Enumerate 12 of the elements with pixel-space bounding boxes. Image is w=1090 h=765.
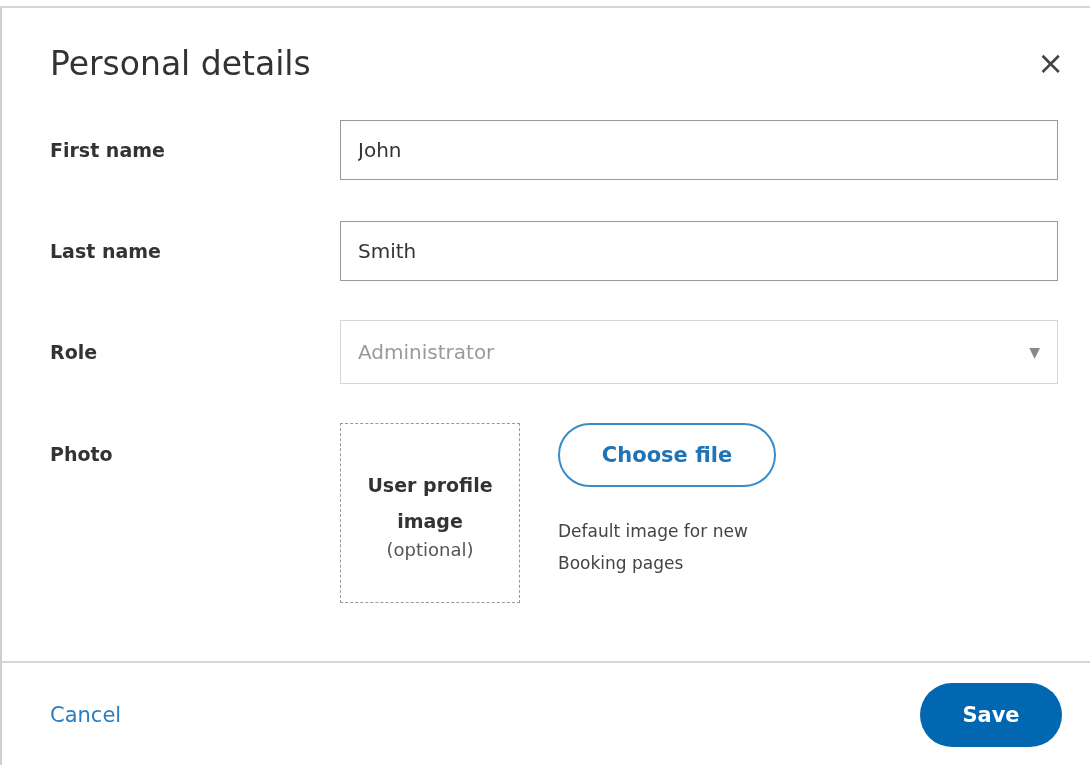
dialog-title: Personal details xyxy=(50,43,311,83)
hint-text: Default image for new Booking pages xyxy=(558,520,749,575)
photo-upload-field[interactable]: User profile image (optional) xyxy=(340,423,520,603)
field-label: First name xyxy=(50,139,166,161)
cancel-link[interactable]: Cancel xyxy=(50,703,122,727)
close-button[interactable]: × xyxy=(1031,44,1070,82)
save-button[interactable]: Save xyxy=(920,683,1062,747)
choose-file-button[interactable]: Choose file xyxy=(558,423,776,487)
field-label: Role xyxy=(50,341,99,363)
text-field[interactable]: Smith xyxy=(340,221,1058,281)
field-label: Last name xyxy=(50,240,162,262)
field-label: Photo xyxy=(50,442,114,465)
